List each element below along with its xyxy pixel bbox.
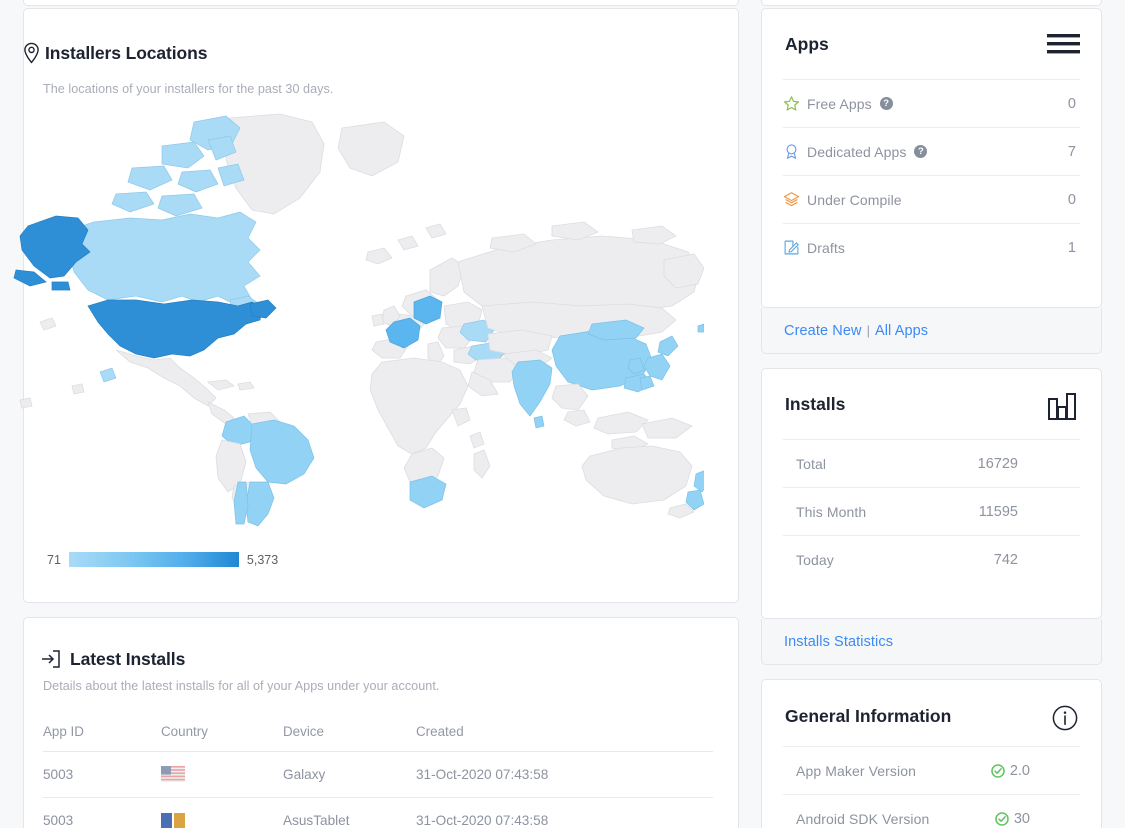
table-header-row: App ID Country Device Created — [43, 714, 713, 752]
apps-row-dedicated-apps[interactable]: Dedicated Apps ? 7 — [783, 127, 1080, 175]
star-icon — [783, 95, 800, 112]
cell-created: 31-Oct-2020 07:43:58 — [416, 797, 713, 828]
installs-row-this-month[interactable]: This Month 11595 — [783, 487, 1080, 535]
apps-row-value: 1 — [1067, 239, 1076, 256]
cell-app-id: 5003 — [43, 797, 161, 828]
installs-card-title: Installs — [785, 394, 846, 414]
installs-row-label: This Month — [796, 503, 867, 520]
layers-icon — [783, 191, 800, 208]
latest-installs-header: Latest Installs — [40, 648, 185, 670]
column-header-device[interactable]: Device — [283, 714, 416, 752]
info-circle-icon[interactable] — [1052, 705, 1078, 731]
latest-installs-title: Latest Installs — [70, 648, 186, 669]
installers-locations-header: Installers Locations — [22, 42, 207, 64]
partial-card-top-right — [761, 0, 1102, 6]
cell-created: 31-Oct-2020 07:43:58 — [416, 751, 713, 799]
geninfo-row-label: Android SDK Version — [796, 810, 930, 827]
column-header-country[interactable]: Country — [161, 714, 283, 752]
check-circle-icon — [995, 811, 1009, 826]
installers-locations-subtitle: The locations of your installers for the… — [43, 82, 334, 96]
apps-card-title: Apps — [785, 34, 829, 54]
help-icon[interactable]: ? — [879, 97, 893, 110]
sign-in-arrow-icon — [40, 648, 62, 670]
apps-row-value: 0 — [1067, 95, 1076, 112]
edit-square-icon — [783, 239, 800, 256]
bar-chart-icon[interactable] — [1047, 393, 1077, 421]
apps-row-label: Drafts — [807, 239, 845, 256]
world-choropleth-map[interactable]: .g { fill:#ededf0; stroke:#dcdde1; strok… — [12, 110, 704, 530]
cell-country — [161, 797, 283, 828]
apps-stats-list: Free Apps ? 0 Dedicated Apps ? 7 Under C… — [783, 79, 1080, 271]
installers-locations-title: Installers Locations — [45, 42, 208, 63]
flag-icon-ua — [161, 812, 185, 828]
apps-row-value: 7 — [1067, 143, 1076, 160]
installs-row-label: Total — [796, 455, 827, 472]
general-information-card: General Information App Maker Version 2.… — [761, 679, 1102, 828]
legend-min-label: 71 — [47, 552, 61, 567]
installs-card-footer: Installs Statistics — [761, 619, 1102, 665]
geninfo-row-app-maker-version[interactable]: App Maker Version 2.0 — [783, 746, 1080, 794]
geninfo-row-value: 30 — [1013, 810, 1030, 827]
installs-row-total[interactable]: Total 16729 — [783, 439, 1080, 487]
footer-separator: | — [866, 323, 870, 338]
general-information-title: General Information — [785, 706, 952, 726]
installs-row-value: 11595 — [978, 503, 1018, 520]
apps-row-label: Dedicated Apps — [807, 143, 907, 160]
apps-row-free-apps[interactable]: Free Apps ? 0 — [783, 79, 1080, 127]
apps-row-under-compile[interactable]: Under Compile 0 — [783, 175, 1080, 223]
map-legend: 71 5,373 — [47, 552, 278, 567]
latest-installs-table: App ID Country Device Created 5003 Galax… — [43, 714, 713, 828]
apps-row-drafts[interactable]: Drafts 1 — [783, 223, 1080, 271]
installs-stats-list: Total 16729 This Month 11595 Today 742 — [783, 439, 1080, 583]
legend-max-label: 5,373 — [246, 552, 279, 567]
apps-card-footer: Create New | All Apps — [761, 308, 1102, 354]
installs-statistics-link[interactable]: Installs Statistics — [784, 634, 893, 650]
table-row[interactable]: 5003 AsusTablet 31-Oct-2020 07:43:58 — [43, 797, 713, 828]
award-ribbon-icon — [783, 143, 800, 160]
geninfo-row-label: App Maker Version — [796, 762, 916, 779]
table-row[interactable]: 5003 Galaxy 31-Oct-2020 07:43:58 — [43, 751, 713, 799]
cell-device: AsusTablet — [283, 797, 416, 828]
create-new-link[interactable]: Create New — [784, 323, 862, 339]
column-header-created[interactable]: Created — [416, 714, 713, 752]
apps-card: Apps Free Apps ? 0 Dedicated Apps ? 7 Un… — [761, 8, 1102, 308]
installs-card: Installs Total 16729 This Month 11595 To… — [761, 368, 1102, 619]
cell-country — [161, 751, 283, 799]
installs-row-value: 16729 — [977, 455, 1018, 472]
geninfo-row-android-sdk-version[interactable]: Android SDK Version 30 — [783, 794, 1080, 828]
partial-card-top-left — [23, 0, 739, 6]
check-circle-icon — [991, 763, 1005, 778]
geninfo-row-value: 2.0 — [1009, 762, 1030, 779]
dashboard-page: Installers Locations The locations of yo… — [0, 0, 1125, 828]
cell-device: Galaxy — [283, 751, 416, 799]
cell-app-id: 5003 — [43, 751, 161, 799]
general-information-list: App Maker Version 2.0 Android SDK Versio… — [783, 746, 1080, 828]
help-icon[interactable]: ? — [914, 145, 928, 158]
apps-row-label: Under Compile — [807, 191, 902, 208]
flag-icon-us — [161, 766, 185, 783]
apps-row-value: 0 — [1067, 191, 1076, 208]
location-pin-icon — [22, 42, 41, 64]
installs-row-today[interactable]: Today 742 — [783, 535, 1080, 583]
legend-gradient-bar — [68, 552, 239, 567]
latest-installs-subtitle: Details about the latest installs for al… — [43, 679, 440, 693]
hamburger-menu-icon[interactable] — [1047, 31, 1080, 57]
column-header-app-id[interactable]: App ID — [43, 714, 161, 752]
installs-row-value: 742 — [993, 551, 1018, 568]
apps-row-label: Free Apps — [807, 95, 872, 112]
all-apps-link[interactable]: All Apps — [875, 323, 928, 339]
installs-row-label: Today — [796, 551, 834, 568]
